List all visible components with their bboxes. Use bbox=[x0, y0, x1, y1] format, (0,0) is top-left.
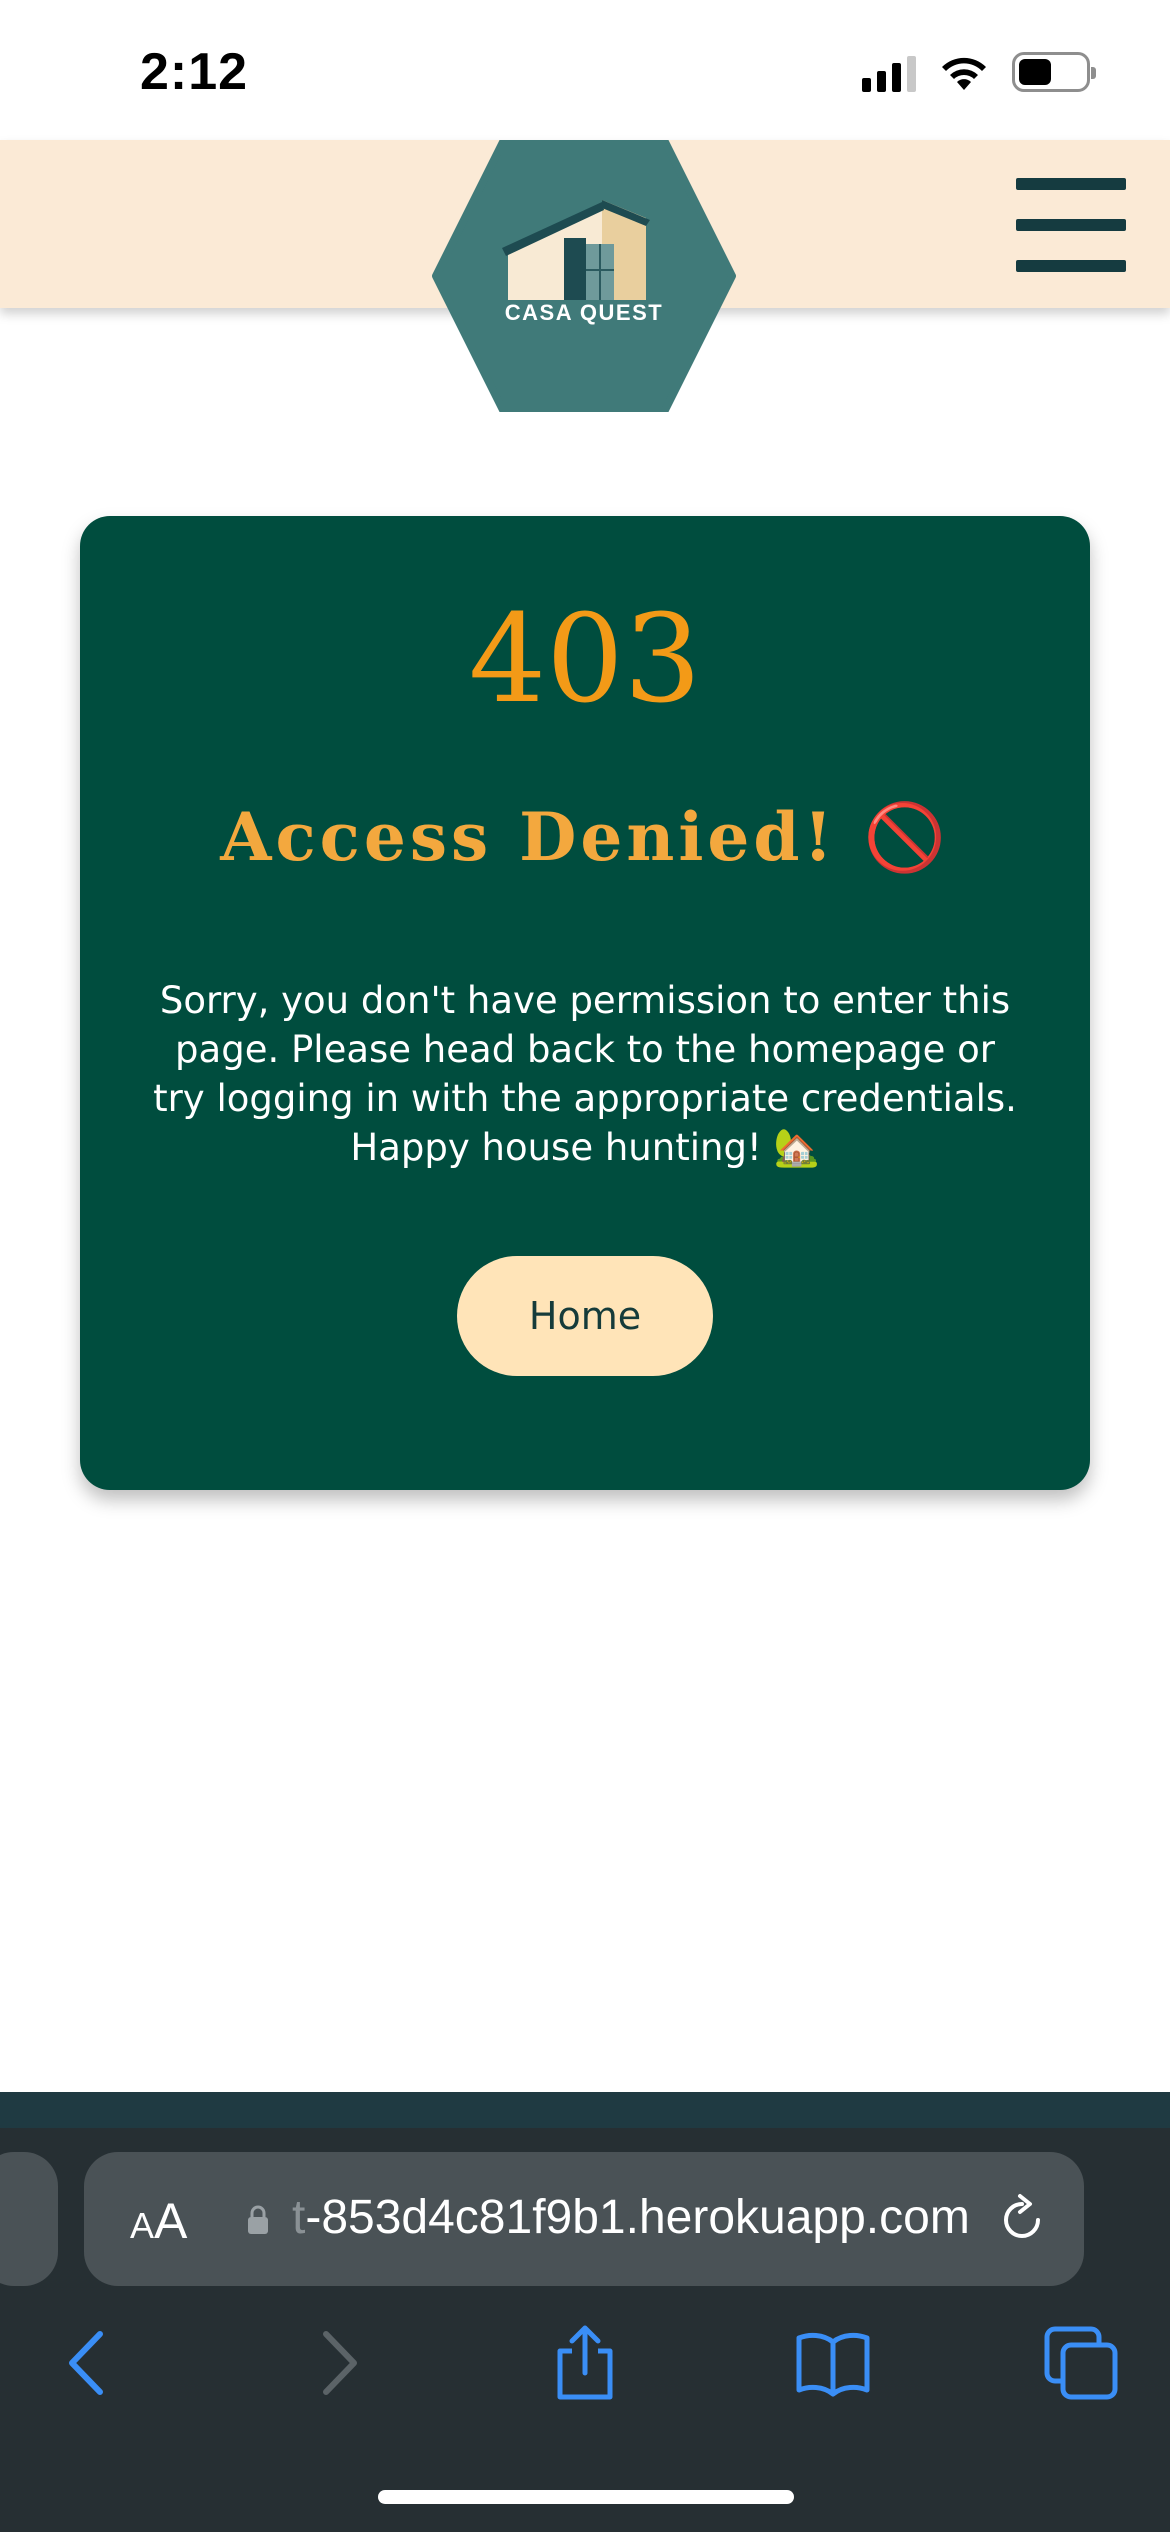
logo-hexagon-icon bbox=[432, 136, 736, 416]
address-bar[interactable]: AA t-853d4c81f9b1.herokuapp.com bbox=[84, 2152, 1084, 2286]
share-icon[interactable] bbox=[540, 2318, 630, 2408]
wifi-icon bbox=[942, 57, 986, 90]
battery-icon bbox=[1012, 52, 1096, 92]
tabs-icon[interactable] bbox=[1036, 2318, 1126, 2408]
previous-tab-preview[interactable] bbox=[0, 2152, 58, 2286]
home-indicator[interactable] bbox=[378, 2490, 794, 2504]
forward-icon[interactable] bbox=[294, 2318, 384, 2408]
lock-icon bbox=[248, 2205, 268, 2234]
status-bar: 2:12 bbox=[0, 0, 1170, 140]
status-icons bbox=[862, 52, 1096, 92]
hamburger-menu-icon[interactable] bbox=[1016, 178, 1126, 272]
home-button[interactable]: Home bbox=[457, 1256, 713, 1376]
text-size-button[interactable]: AA bbox=[130, 2192, 187, 2250]
bookmarks-icon[interactable] bbox=[788, 2318, 878, 2408]
cellular-signal-icon bbox=[862, 52, 916, 92]
error-code: 403 bbox=[468, 588, 702, 730]
error-title: Access Denied! 🚫 bbox=[220, 798, 950, 876]
url-text[interactable]: t-853d4c81f9b1.herokuapp.com bbox=[292, 2190, 1032, 2245]
error-card: 403 Access Denied! 🚫 Sorry, you don't ha… bbox=[80, 516, 1090, 1490]
logo-text: CASA QUEST bbox=[504, 300, 664, 325]
casa-quest-logo[interactable]: CASA QUEST bbox=[432, 136, 736, 416]
back-icon[interactable] bbox=[42, 2318, 132, 2408]
page-bottom-edge bbox=[0, 2092, 1170, 2128]
reload-icon[interactable] bbox=[992, 2190, 1052, 2250]
error-message: Sorry, you don't have permission to ente… bbox=[153, 979, 1017, 1169]
status-time: 2:12 bbox=[140, 43, 249, 101]
